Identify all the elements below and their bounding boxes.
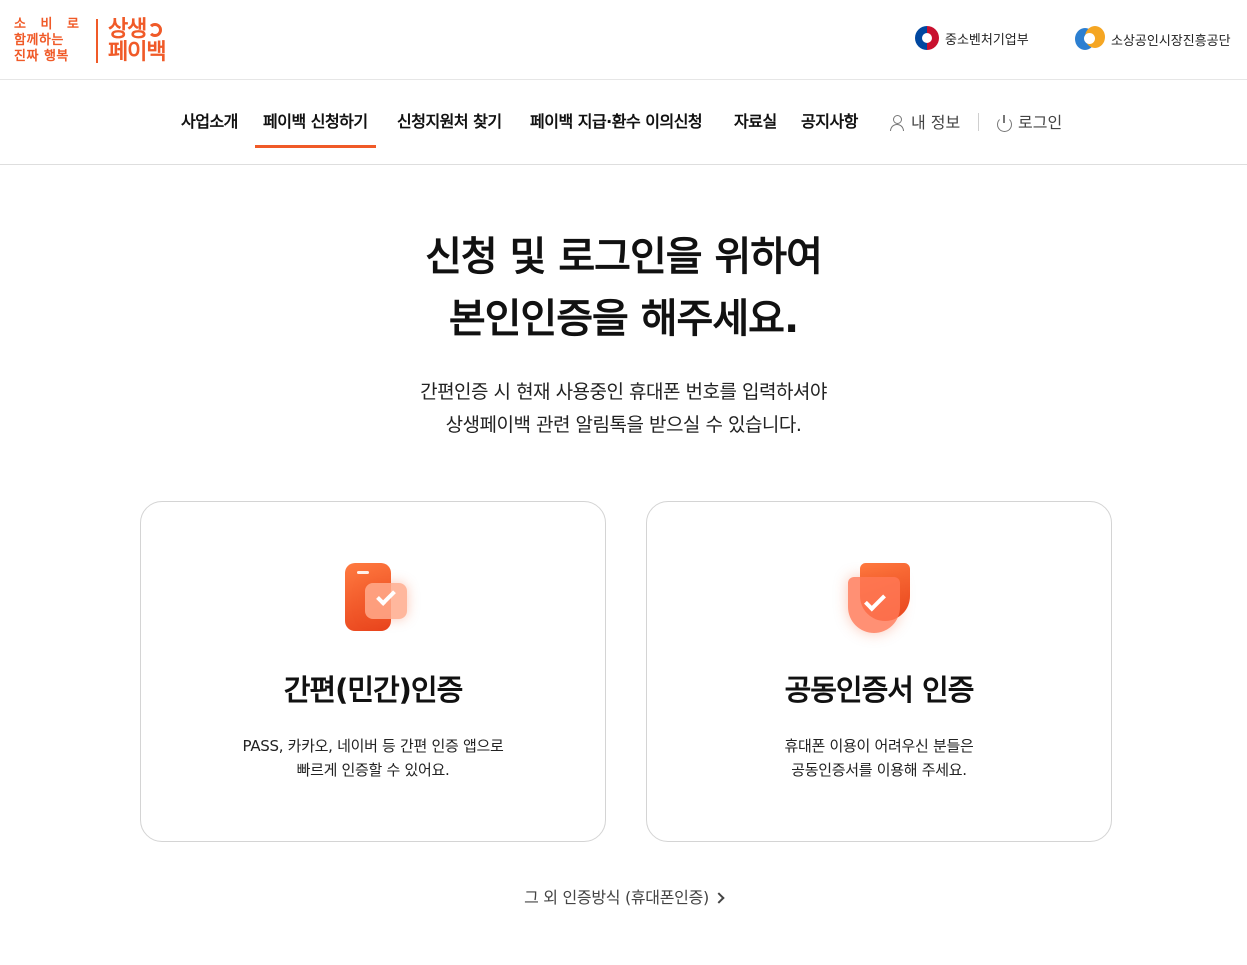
site-logo[interactable]: 소 비 로 함께하는 진짜 행복 상생 페이백 [14,16,167,66]
page-title-line-1: 신청 및 로그인을 위하여 [425,234,823,280]
certificate-auth-desc-line-2: 공동인증서를 이용해 주세요. [791,761,967,779]
slogan-line-2: 함께하는 [14,33,64,48]
org-mss-label: 중소벤처기업부 [945,32,1029,48]
certificate-auth-card[interactable]: 공동인증서 인증 휴대폰 이용이 어려우신 분들은 공동인증서를 이용해 주세요… [646,501,1112,842]
simple-auth-desc: PASS, 카카오, 네이버 등 간편 인증 앱으로 빠르게 인증할 수 있어요… [141,734,605,782]
simple-auth-desc-line-1: PASS, 카카오, 네이버 등 간편 인증 앱으로 [242,737,504,755]
simple-auth-card[interactable]: 간편(민간)인증 PASS, 카카오, 네이버 등 간편 인증 앱으로 빠르게 … [140,501,606,842]
page-subtitle-line-1: 간편인증 시 현재 사용중인 휴대폰 번호를 입력하셔야 [420,381,827,403]
slogan-line-1: 소 비 로 [14,17,84,32]
my-info-label: 내 정보 [911,112,961,132]
page-title-line-2: 본인인증을 해주세요. [448,296,799,342]
org-mss-link[interactable]: 중소벤처기업부 [915,26,1029,50]
page-subtitle: 간편인증 시 현재 사용중인 휴대폰 번호를 입력하셔야 상생페이백 관련 알림… [0,376,1247,442]
login-label: 로그인 [1018,112,1063,132]
util-divider [978,113,979,131]
other-auth-label: 그 외 인증방식 (휴대폰인증) [524,888,709,907]
chevron-right-icon [713,892,725,904]
nav-item-about[interactable]: 사업소개 [181,80,238,165]
main-nav: 사업소개 페이백 신청하기 신청지원처 찾기 페이백 지급·환수 이의신청 자료… [0,80,1247,165]
page-subtitle-line-2: 상생페이백 관련 알림톡을 받으실 수 있습니다. [445,414,802,436]
semas-emblem-icon [1075,26,1105,52]
top-bar: 소 비 로 함께하는 진짜 행복 상생 페이백 중소벤처기업부 소상공인시장진흥… [0,0,1247,80]
nav-item-apply[interactable]: 페이백 신청하기 [255,80,376,165]
login-link[interactable]: 로그인 [996,80,1062,165]
my-info-link[interactable]: 내 정보 [889,80,960,165]
taegeuk-emblem-icon [915,26,939,50]
slogan-line-3: 진짜 행복 [14,49,69,64]
certificate-auth-desc-line-1: 휴대폰 이용이 어려우신 분들은 [784,737,974,755]
nav-item-notice[interactable]: 공지사항 [801,80,858,165]
phone-check-icon [345,563,409,633]
org-semas-label: 소상공인시장진흥공단 [1111,33,1231,49]
org-semas-link[interactable]: 소상공인시장진흥공단 [1075,26,1231,52]
shield-check-icon [846,563,914,635]
other-auth-link[interactable]: 그 외 인증방식 (휴대폰인증) [0,884,1247,908]
certificate-auth-title: 공동인증서 인증 [784,673,975,707]
nav-item-library[interactable]: 자료실 [734,80,777,165]
nav-item-find-center[interactable]: 신청지원처 찾기 [397,80,502,165]
nav-item-objection[interactable]: 페이백 지급·환수 이의신청 [530,80,703,165]
logo-brand: 상생 페이백 [107,17,167,65]
logo-slogan: 소 비 로 함께하는 진짜 행복 [14,17,84,65]
certificate-auth-desc: 휴대폰 이용이 어려우신 분들은 공동인증서를 이용해 주세요. [647,734,1111,782]
simple-auth-title: 간편(민간)인증 [283,673,464,707]
page-title: 신청 및 로그인을 위하여 본인인증을 해주세요. [0,226,1247,350]
simple-auth-desc-line-2: 빠르게 인증할 수 있어요. [296,761,450,779]
brand-curve-icon [148,22,163,37]
brand-line-2: 페이백 [107,40,167,65]
power-icon [996,114,1012,132]
brand-line-1: 상생 [107,17,147,42]
logo-divider [95,19,98,63]
person-icon [889,114,905,131]
